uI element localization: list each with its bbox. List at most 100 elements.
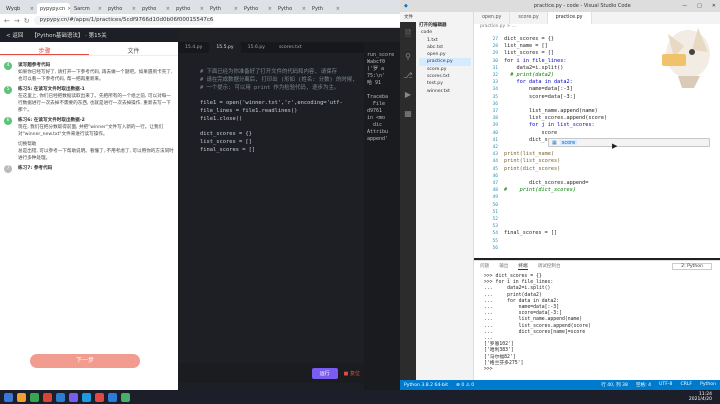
browser-tab[interactable]: Pyth ×	[309, 3, 342, 14]
editor-tab[interactable]: 15.4.py	[178, 42, 209, 53]
run-button[interactable]: 运行	[311, 367, 338, 379]
terminal-select[interactable]: 2: Python	[672, 262, 712, 270]
source-control-icon[interactable]: ⎇	[403, 71, 412, 80]
close-tab-icon[interactable]: ×	[336, 6, 340, 14]
status-item[interactable]: 行 40, 列 38	[601, 382, 628, 388]
code-line: list_scores = []	[200, 139, 252, 146]
menu-item[interactable]: 文件	[404, 14, 413, 20]
explorer-item[interactable]: test.py	[419, 80, 471, 87]
tip-link[interactable]: 切换帮助	[18, 141, 174, 148]
step-title[interactable]: 练习7: 参考代码	[18, 165, 174, 172]
reset-button[interactable]: ■ 复位	[344, 370, 360, 377]
explorer-item[interactable]: scores.txt	[419, 73, 471, 80]
code-area[interactable]: # 下面已经为你准备好了打开文件的代码和内容, 请保存 # 请在完成数据分离后, …	[178, 53, 364, 155]
line-number: 31	[492, 65, 498, 71]
close-tab-icon[interactable]: ×	[200, 6, 204, 14]
clock[interactable]: 11:24 2021/4/20	[689, 392, 720, 402]
close-tab-icon[interactable]: ×	[132, 6, 136, 14]
suggestion-item[interactable]: score	[559, 140, 578, 146]
maximize-icon[interactable]: □	[697, 3, 702, 9]
browser-tab[interactable]: pypypy.cn ×	[37, 3, 70, 14]
close-tab-icon[interactable]: ×	[234, 6, 238, 14]
autocomplete-popup[interactable]: ▦ score	[548, 138, 710, 147]
editor-tab[interactable]: 15.5.py	[209, 42, 241, 53]
status-item[interactable]: 空格: 4	[636, 382, 651, 388]
search-icon[interactable]: ⚲	[405, 52, 411, 61]
console-line: File	[367, 101, 386, 107]
app-icon[interactable]	[108, 392, 117, 402]
step-number-badge: 6	[4, 117, 12, 125]
vscode-tab[interactable]: practice.py	[547, 12, 592, 24]
app-icon[interactable]	[95, 392, 104, 402]
explorer-item[interactable]: winner.txt	[419, 88, 471, 95]
app-icon[interactable]	[17, 392, 26, 402]
app-icon[interactable]	[69, 392, 78, 402]
url-field[interactable]: pypypy.cn/#/apps/1/practices/5cdf9766d10…	[33, 16, 214, 25]
web-code-editor[interactable]: 15.4.py 15.5.py 15.6.py scores.txt # 下面已经为你…	[178, 42, 364, 404]
explorer-item[interactable]: 1.txt	[419, 37, 471, 44]
step-title[interactable]: 读写题参考代码	[18, 62, 174, 69]
panel-tab[interactable]: 调试控制台	[538, 263, 561, 269]
explorer-item[interactable]: practice.py	[419, 58, 471, 66]
extensions-icon[interactable]: ▦	[404, 109, 412, 118]
browser-tab[interactable]: Pytho ×	[241, 3, 274, 14]
explorer-item[interactable]: abc.txt	[419, 44, 471, 51]
problems-count[interactable]: ⊗ 0 ⚠ 0	[456, 383, 474, 388]
app-icon[interactable]	[43, 392, 52, 402]
status-item[interactable]: CRLF	[680, 382, 692, 388]
app-icon[interactable]	[82, 392, 91, 402]
close-tab-icon[interactable]: ×	[30, 6, 34, 14]
vscode-tab[interactable]: score.py	[510, 12, 548, 24]
panel-tab[interactable]: 问题	[480, 263, 489, 269]
explorer-item[interactable]: open.py	[419, 51, 471, 58]
step-title[interactable]: 练习5: 在读写文件时取出数据-1	[18, 86, 174, 93]
python-interpreter[interactable]: Python 3.8.2 64-bit	[404, 383, 448, 388]
explorer-item[interactable]: code	[419, 29, 471, 36]
forward-icon[interactable]: →	[14, 17, 20, 25]
reload-icon[interactable]: ↻	[24, 17, 30, 25]
editor-actions: 运行 ■ 复位	[178, 363, 364, 383]
back-link[interactable]: < 返回	[6, 31, 23, 39]
browser-tab[interactable]: Pyth ×	[207, 3, 240, 14]
line-number: 33	[492, 80, 498, 86]
close-tab-icon[interactable]: ×	[166, 6, 170, 14]
back-icon[interactable]: ←	[4, 17, 10, 25]
browser-tab[interactable]: pytho ×	[139, 3, 172, 14]
explorer-item[interactable]: score.py	[419, 66, 471, 73]
step-body: 现在, 我们在把分数取得前面, 并把"winner"文件写入新的一行。让我们对"…	[18, 125, 164, 137]
editor-tab[interactable]: 15.6.py	[241, 42, 272, 53]
tab-label: Pytho	[244, 6, 259, 12]
close-icon[interactable]: ✕	[712, 3, 716, 9]
tab-label: Pytho	[278, 6, 293, 12]
app-icon[interactable]	[56, 392, 65, 402]
editor-tab[interactable]: scores.txt	[272, 42, 309, 53]
minimize-icon[interactable]: —	[682, 3, 687, 9]
terminal[interactable]: >>> dict_scores = {} >>> for i in file_li…	[474, 271, 720, 380]
browser-tab[interactable]: pytho ×	[105, 3, 138, 14]
vscode-tab[interactable]: open.py	[474, 12, 511, 24]
output-console: run_score Wabcf0 ('罗 a 75:\n' 哈 91 Traceba F…	[364, 42, 400, 404]
app-icon[interactable]	[121, 392, 130, 402]
tab-files[interactable]: 文件	[89, 42, 178, 55]
browser-tab[interactable]: pytho ×	[173, 3, 206, 14]
start-icon[interactable]	[4, 392, 13, 402]
console-line: 哈 91	[367, 80, 382, 86]
close-tab-icon[interactable]: ×	[98, 6, 102, 14]
panel-tab[interactable]: 输出	[499, 263, 508, 269]
panel-tab[interactable]: 终端	[518, 263, 528, 270]
close-tab-icon[interactable]: ×	[67, 6, 70, 14]
close-tab-icon[interactable]: ×	[268, 6, 272, 14]
browser-tab[interactable]: Wyqb ×	[3, 3, 36, 14]
close-tab-icon[interactable]: ×	[302, 6, 306, 14]
browser-tab[interactable]: Pytho ×	[275, 3, 308, 14]
status-item[interactable]: Python	[700, 382, 716, 388]
debug-icon[interactable]: ▶	[405, 90, 411, 99]
app-icon[interactable]	[30, 392, 39, 402]
tab-steps[interactable]: 步骤	[0, 42, 89, 55]
browser-tab[interactable]: Sarcm ×	[71, 3, 104, 14]
status-item[interactable]: UTF-8	[659, 382, 672, 388]
step-title[interactable]: 练习6: 在读写文件时取出数据-2	[18, 117, 174, 124]
explorer-icon[interactable]: 🗎	[405, 28, 411, 42]
